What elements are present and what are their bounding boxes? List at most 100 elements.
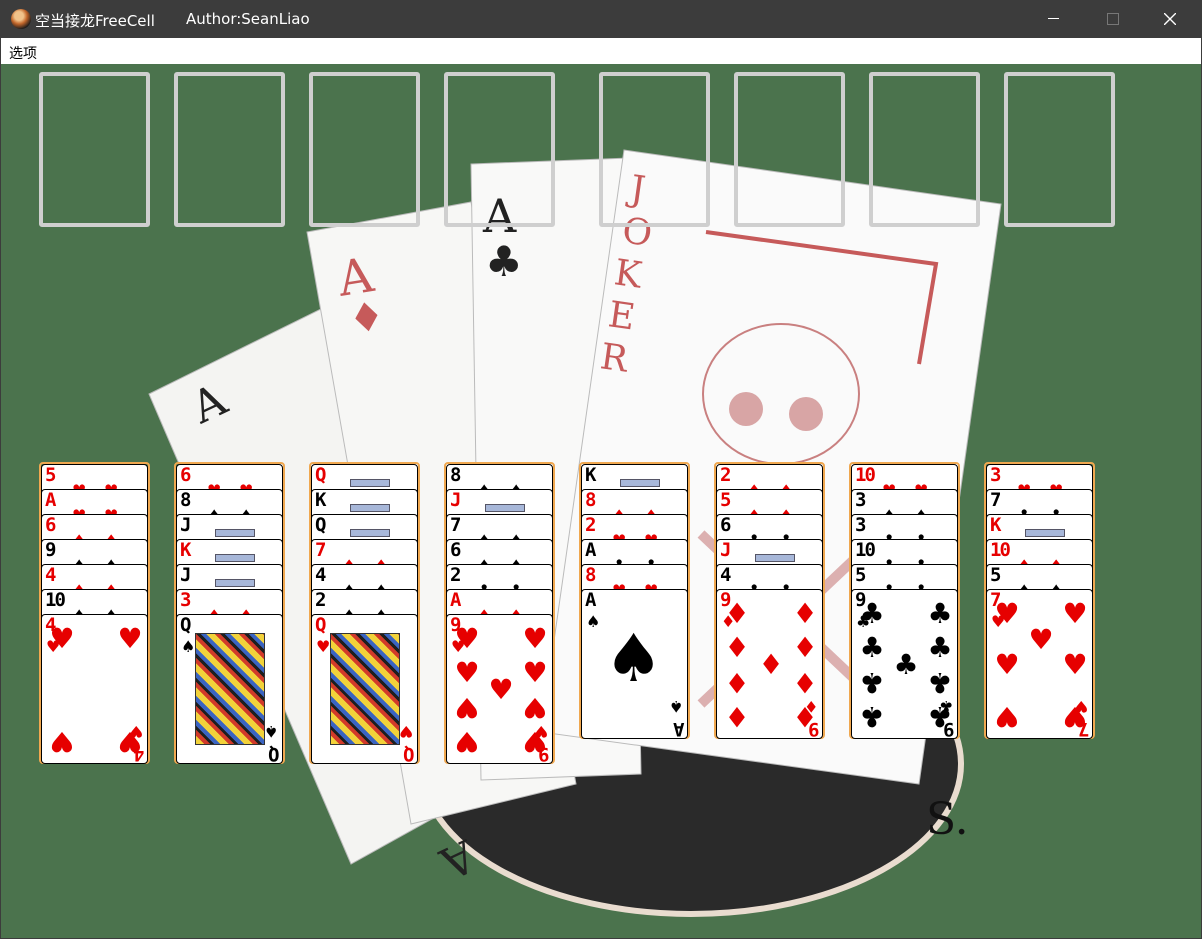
card-rank: A xyxy=(45,489,57,511)
playing-card[interactable]: Q ♠ ♠ Q xyxy=(176,614,283,764)
suit-pip: ♥ xyxy=(522,725,548,758)
suit-pip: ♦ xyxy=(792,666,818,700)
card-rank: A xyxy=(674,718,684,739)
card-rank: K xyxy=(585,464,597,486)
card-rank: 3 xyxy=(180,589,192,611)
playing-card[interactable]: 9 ♦ ♦ 9 ♦ ♦ ♦ ♦ ♦ ♦ ♦ ♦ ♦ xyxy=(716,589,823,739)
card-rank: K xyxy=(315,489,327,511)
court-art-strip xyxy=(350,529,390,537)
suit-pip: ♥ xyxy=(488,673,514,706)
menu-bar: 选项 xyxy=(1,38,1201,64)
close-button[interactable] xyxy=(1141,0,1199,38)
card-suit-index: ♥ xyxy=(398,722,413,741)
foundation-3[interactable] xyxy=(869,72,980,227)
free-cell-4[interactable] xyxy=(444,72,555,227)
card-rank: 8 xyxy=(180,489,192,511)
suit-pip: ♦ xyxy=(792,700,818,733)
card-rank: 6 xyxy=(720,514,732,536)
suit-pips: ♥ ♥ ♥ ♥ ♥ ♥ ♥ ♥ ♥ xyxy=(454,625,547,759)
court-art-strip xyxy=(350,504,390,512)
suit-pip: ♥ xyxy=(49,622,75,655)
card-suit-index: ♠ xyxy=(668,697,683,716)
suit-pip: ♦ xyxy=(724,597,750,630)
free-cell-3[interactable] xyxy=(309,72,420,227)
cascade-2[interactable]: 6♥♥8♠♠JKJ3♦♦Q♠♠Q xyxy=(174,462,285,764)
card-rank: 8 xyxy=(450,464,462,486)
card-rank: 10 xyxy=(855,539,876,561)
card-suit-index: ♠ xyxy=(586,612,601,631)
card-rank: K xyxy=(990,514,1002,536)
suit-pip: ♦ xyxy=(724,666,750,700)
card-rank: Q xyxy=(315,514,327,536)
court-art-strip xyxy=(215,529,255,537)
suit-pip: ♥ xyxy=(994,597,1020,630)
menu-options[interactable]: 选项 xyxy=(9,43,37,63)
ace-spade-emblem: ♠ xyxy=(604,620,664,697)
card-rank: 2 xyxy=(450,564,462,586)
suit-pip: ♦ xyxy=(792,597,818,630)
suit-pips: ♥ ♥ ♥ ♥ xyxy=(49,625,142,759)
cascade-4[interactable]: 8♠♠J7♠♠6♠♠2♣♣A♦♦9♥♥9♥♥♥♥♥♥♥♥♥ xyxy=(444,462,555,764)
card-rank: 2 xyxy=(315,589,327,611)
cascade-6[interactable]: 2♦♦5♦♦6♣♣J4♣♣9♦♦9♦♦♦♦♦♦♦♦♦ xyxy=(714,462,825,739)
suit-pip: ♥ xyxy=(994,648,1020,681)
minimize-button[interactable] xyxy=(1024,0,1082,38)
court-art-strip xyxy=(350,479,390,487)
playing-card[interactable]: 9 ♣ ♣ 9 ♣ ♣ ♣ ♣ ♣ ♣ ♣ ♣ ♣ xyxy=(851,589,958,739)
card-rank: Q xyxy=(315,464,327,486)
card-suit-index: ♥ xyxy=(316,637,331,656)
window-author: Author:SeanLiao xyxy=(186,10,310,28)
suit-pips: ♦ ♦ ♦ ♦ ♦ ♦ ♦ ♦ ♦ xyxy=(724,600,817,734)
cascade-1[interactable]: 5♥♥A♥♥6♦♦9♠♠4♦♦10♠♠4♥♥4♥♥♥♥ xyxy=(39,462,150,764)
suit-pip: ♦ xyxy=(758,648,784,681)
court-art-strip xyxy=(485,504,525,512)
court-card-art xyxy=(195,633,265,745)
playing-card[interactable]: Q ♥ ♥ Q xyxy=(311,614,418,764)
card-rank: 5 xyxy=(720,489,732,511)
app-icon xyxy=(11,9,31,29)
card-rank: 3 xyxy=(990,464,1002,486)
card-rank: Q xyxy=(315,614,327,636)
playing-card[interactable]: 9 ♥ ♥ 9 ♥ ♥ ♥ ♥ ♥ ♥ ♥ ♥ ♥ xyxy=(446,614,553,764)
card-rank: 10 xyxy=(990,539,1011,561)
suit-pip: ♥ xyxy=(454,622,480,655)
card-rank: A xyxy=(450,589,462,611)
suit-pip: ♦ xyxy=(792,630,818,664)
playing-card[interactable]: 7 ♥ ♥ 7 ♥ ♥ ♥ ♥ ♥ ♥ ♥ xyxy=(986,589,1093,739)
suit-pip: ♣ xyxy=(927,597,953,630)
cascade-7[interactable]: 10♥♥3♠♠3♣♣10♣♣5♣♣9♣♣9♣♣♣♣♣♣♣♣♣ xyxy=(849,462,960,739)
card-rank: 4 xyxy=(45,564,57,586)
card-rank: 4 xyxy=(315,564,327,586)
free-cell-2[interactable] xyxy=(174,72,285,227)
free-cell-1[interactable] xyxy=(39,72,150,227)
suit-pip: ♣ xyxy=(893,648,919,681)
card-rank: 8 xyxy=(585,564,597,586)
game-board[interactable]: A A A ♦ A ♣ J O K E R S. 5♥♥A♥♥6♦♦9♠♠4♦♦… xyxy=(1,64,1201,938)
cascade-3[interactable]: QKQ7♦♦4♠♠2♠♠Q♥♥Q xyxy=(309,462,420,764)
suit-pip: ♣ xyxy=(927,700,953,733)
playing-card[interactable]: 4 ♥ ♥ 4 ♥ ♥ ♥ ♥ xyxy=(41,614,148,764)
suit-pips: ♥ ♥ ♥ ♥ ♥ ♥ ♥ xyxy=(994,600,1087,734)
suit-pip: ♦ xyxy=(724,700,750,733)
card-rank: J xyxy=(720,539,732,561)
cascade-8[interactable]: 3♥♥7♣♣K10♦♦5♠♠7♥♥7♥♥♥♥♥♥♥ xyxy=(984,462,1095,739)
suit-pip: ♣ xyxy=(859,597,885,630)
foundation-1[interactable] xyxy=(599,72,710,227)
card-rank: 7 xyxy=(315,539,327,561)
suit-pip: ♥ xyxy=(522,655,548,689)
maximize-button[interactable] xyxy=(1083,0,1141,38)
card-rank: 6 xyxy=(180,464,192,486)
foundation-2[interactable] xyxy=(734,72,845,227)
suit-pip: ♥ xyxy=(1028,622,1054,656)
suit-pip: ♥ xyxy=(522,622,548,655)
court-art-strip xyxy=(215,579,255,587)
foundation-4[interactable] xyxy=(1004,72,1115,227)
suit-pip: ♥ xyxy=(454,725,480,758)
card-rank: 3 xyxy=(855,489,867,511)
suit-pip: ♥ xyxy=(1062,597,1088,630)
close-icon xyxy=(1164,13,1176,25)
cascade-5[interactable]: K8♦♦2♥♥A♣♣8♥♥A♠♠A♠ xyxy=(579,462,690,739)
suit-pip: ♥ xyxy=(454,655,480,689)
card-rank: 2 xyxy=(720,464,732,486)
playing-card[interactable]: A ♠ ♠ A ♠ xyxy=(581,589,688,739)
